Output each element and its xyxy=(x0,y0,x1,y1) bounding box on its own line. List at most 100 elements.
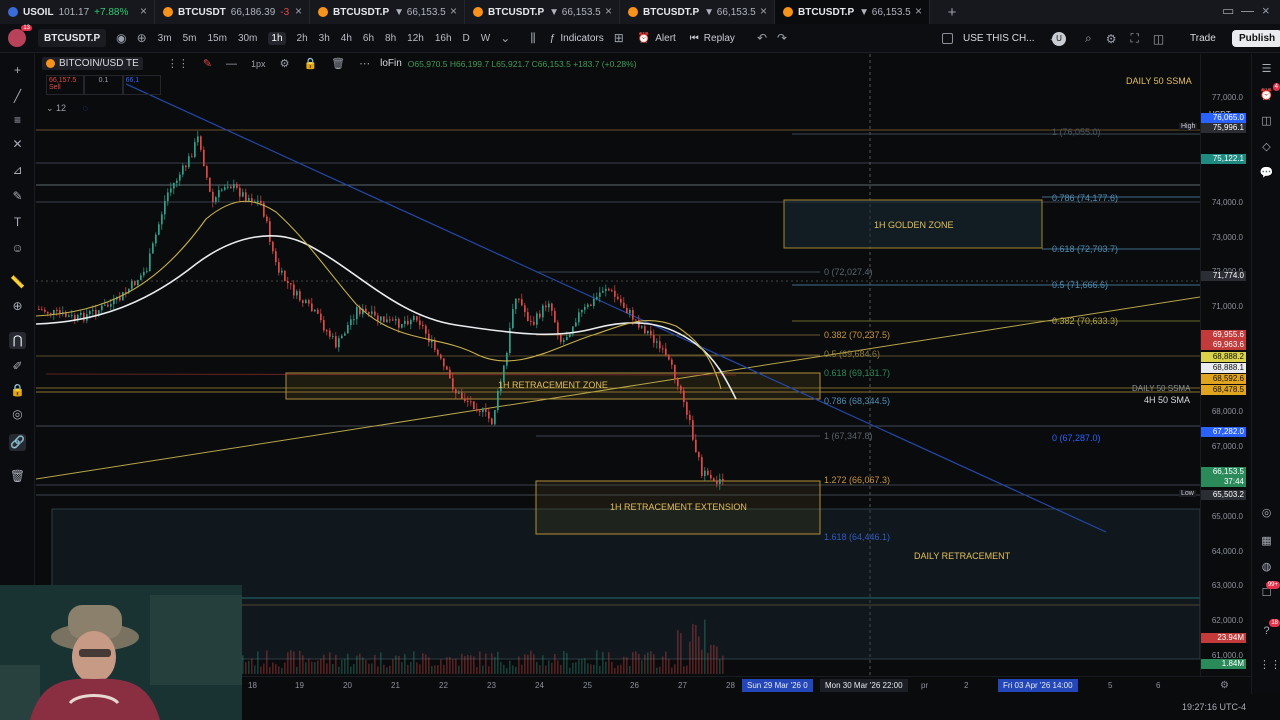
alerts-icon[interactable]: ⏰ 4 xyxy=(1259,83,1280,103)
templates-icon[interactable]: ⊞ xyxy=(614,31,624,45)
browser-tab[interactable]: BTCUSDT.P ▼ 66,153.5 × xyxy=(620,0,775,24)
window-layout-icon[interactable]: ▭ xyxy=(1222,3,1234,19)
close-icon[interactable]: × xyxy=(295,4,302,18)
user-initial: U xyxy=(1052,31,1066,46)
timeframe-3h[interactable]: 3h xyxy=(319,33,330,44)
camera-icon[interactable]: ◫ xyxy=(1153,32,1164,46)
browser-tab-active[interactable]: BTCUSDT.P ▼ 66,153.5 × xyxy=(775,0,930,24)
descending-trendline[interactable] xyxy=(125,83,1107,533)
timeframe-1h[interactable]: 1h xyxy=(268,31,286,45)
text-tool-icon[interactable]: T xyxy=(9,214,26,231)
more-icon[interactable]: ⋯ xyxy=(359,57,370,70)
sell-price[interactable]: 66,157.5 Sell xyxy=(46,75,85,95)
lock-icon[interactable]: 🔒 xyxy=(9,382,26,399)
link-icon[interactable]: 🔗 xyxy=(9,434,26,451)
browser-tab[interactable]: BTCUSDT.P ▼ 66,153.5 × xyxy=(310,0,465,24)
user-icon-button[interactable]: U xyxy=(1052,24,1066,53)
redo-icon[interactable]: ↷ xyxy=(777,31,787,45)
legend-symbol[interactable]: BITCOIN/USD TE xyxy=(42,57,143,70)
watchlist-icon[interactable]: ☰ xyxy=(1259,62,1274,77)
candle-type-icon[interactable]: ⫼ xyxy=(530,31,536,46)
grid-menu-icon[interactable]: ⋮⋮ xyxy=(1259,658,1280,673)
eye-icon[interactable]: ◎ xyxy=(9,406,26,423)
alert-button[interactable]: ⏰ Alert xyxy=(638,33,676,44)
undo-icon[interactable]: ↶ xyxy=(757,31,767,45)
browser-tab[interactable]: BTCUSDT 66,186.39 -3 × xyxy=(155,0,310,24)
close-icon[interactable]: × xyxy=(760,4,767,18)
trend-line-icon[interactable]: ╱ xyxy=(9,88,26,105)
compare-plus-icon[interactable]: ⊕ xyxy=(137,31,147,45)
fullscreen-icon[interactable]: ⛶ xyxy=(1131,31,1139,46)
layers-icon[interactable]: ◇ xyxy=(1259,140,1274,155)
calendar-icon[interactable]: ▦ xyxy=(1259,534,1274,549)
timeframe-8h[interactable]: 8h xyxy=(385,33,396,44)
buy-price[interactable]: 66,1 xyxy=(122,75,161,95)
settings-icon[interactable]: ⚙ xyxy=(280,57,290,70)
browser-tab[interactable]: BTCUSDT.P ▼ 66,153.5 × xyxy=(465,0,620,24)
bitcoin-icon xyxy=(163,7,173,17)
timeframe-w[interactable]: W xyxy=(481,33,490,44)
bell-icon[interactable]: ◍ xyxy=(1259,560,1274,575)
eye-icon[interactable]: ◉ xyxy=(116,31,126,45)
timeframe-3m[interactable]: 3m xyxy=(158,33,172,44)
line-style-icon[interactable]: — xyxy=(226,58,237,70)
trash-icon[interactable]: 🗑 xyxy=(9,468,26,485)
chat-icon[interactable]: 💬 xyxy=(1259,166,1274,181)
pencil-icon[interactable]: ✎ xyxy=(203,57,212,70)
magnet-icon[interactable]: ⋂ xyxy=(9,332,26,349)
chevron-down-icon[interactable]: ⌄ xyxy=(500,31,510,45)
close-icon[interactable]: × xyxy=(915,4,922,18)
candle xyxy=(41,309,43,311)
grid-icon[interactable]: ⋮⋮ xyxy=(167,57,189,70)
timeframe-15m[interactable]: 15m xyxy=(207,33,226,44)
buy-sell-panel[interactable]: 66,157.5 Sell 0.1 66,1 xyxy=(46,75,161,95)
timeframe-5m[interactable]: 5m xyxy=(183,33,197,44)
crosshair-icon[interactable]: + xyxy=(9,62,26,79)
close-icon[interactable]: × xyxy=(140,4,147,18)
data-window-icon[interactable]: ◫ xyxy=(1259,114,1274,129)
minimize-icon[interactable]: — xyxy=(1241,3,1254,18)
emoji-icon[interactable]: ☺ xyxy=(9,240,26,257)
prediction-tool-icon[interactable]: ⊿ xyxy=(9,162,26,179)
stay-drawing-icon[interactable]: ✐ xyxy=(9,358,26,375)
pattern-tool-icon[interactable]: ✕ xyxy=(9,136,26,153)
close-window-icon[interactable]: × xyxy=(1262,3,1270,18)
new-tab-plus-icon[interactable]: + xyxy=(940,0,964,24)
search-icon[interactable]: ⌕ xyxy=(1085,31,1092,46)
chart-pane[interactable]: DAILY 50 SSMA 1H GOLDEN ZONE 1H RETRACEM… xyxy=(36,54,1200,676)
lock-icon[interactable]: 🔒 xyxy=(303,57,317,70)
trade-button[interactable]: Trade xyxy=(1190,33,1216,44)
timeframe-16h[interactable]: 16h xyxy=(435,33,452,44)
settings-icon[interactable]: ⚙ xyxy=(1106,32,1117,46)
price-axis[interactable]: USDT 77,000.074,000.073,000.072,000.071,… xyxy=(1179,54,1251,676)
timeframe-12h[interactable]: 12h xyxy=(407,33,424,44)
timeframe-d[interactable]: D xyxy=(463,33,470,44)
avatar[interactable]: 13 xyxy=(8,25,32,47)
settings-icon[interactable]: ⚙ xyxy=(1220,680,1229,691)
timeframe-6h[interactable]: 6h xyxy=(363,33,374,44)
fib-tool-icon[interactable]: ≡ xyxy=(9,112,26,129)
layout-selector[interactable]: USE THIS CH... ⌄ xyxy=(942,24,1057,53)
zoom-icon[interactable]: ⊕ xyxy=(9,298,26,315)
publish-button[interactable]: Publish xyxy=(1232,30,1280,47)
indicators-button[interactable]: ƒ Indicators xyxy=(550,33,604,44)
target-icon[interactable]: ◎ xyxy=(1259,506,1274,521)
notifications-icon[interactable]: ☐ 99+ xyxy=(1259,581,1280,601)
ruler-icon[interactable]: 📏 xyxy=(9,274,26,291)
help-icon[interactable]: ? 18 xyxy=(1259,619,1280,639)
trash-icon[interactable]: 🗑 xyxy=(331,57,345,70)
indicator-count[interactable]: ⌄ 12 ◌ xyxy=(46,103,88,114)
close-icon[interactable]: × xyxy=(450,4,457,18)
timeframe-2h[interactable]: 2h xyxy=(297,33,308,44)
price-chart[interactable] xyxy=(36,54,1200,676)
close-icon[interactable]: × xyxy=(605,4,612,18)
layout-checkbox[interactable] xyxy=(942,33,953,44)
symbol-search[interactable]: BTCUSDT.P xyxy=(38,29,107,47)
brush-icon[interactable]: ✎ xyxy=(9,188,26,205)
stroke-width-label[interactable]: 1px xyxy=(251,59,266,69)
replay-button[interactable]: ⏮ Replay xyxy=(690,33,735,44)
timeframe-4h[interactable]: 4h xyxy=(341,33,352,44)
time-range-end-badge: Fri 03 Apr '26 14:00 xyxy=(998,679,1078,692)
timeframe-30m[interactable]: 30m xyxy=(238,33,257,44)
browser-tab[interactable]: USOIL 101.17 +7.88% × xyxy=(0,0,155,24)
